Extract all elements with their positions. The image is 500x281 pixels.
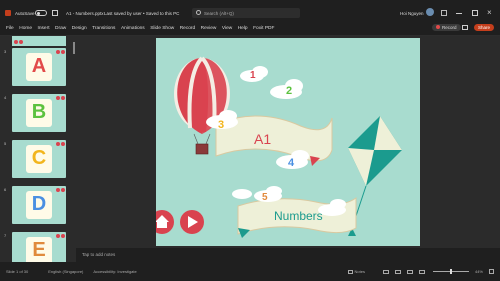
thumb-dot-right	[61, 188, 65, 192]
slideshow-icon[interactable]	[418, 269, 425, 274]
ribbon-tab-transitions[interactable]: Transitions	[92, 26, 115, 31]
comments-icon[interactable]	[462, 25, 468, 30]
thumbnail-letter: B	[31, 101, 47, 123]
slide-editor: 1 2 3 4 5 A1 Numbers	[76, 36, 500, 248]
slide-thumbnail[interactable]: C	[12, 140, 66, 178]
slide-title[interactable]: A1	[254, 131, 271, 147]
slide-thumbnail[interactable]: A	[12, 48, 66, 86]
number-1[interactable]: 1	[250, 70, 256, 81]
zoom-slider[interactable]	[432, 269, 469, 274]
thumb-dot-left	[56, 142, 60, 146]
ribbon-tab-draw[interactable]: Draw	[55, 26, 66, 31]
ribbon-tab-file[interactable]: File	[6, 26, 14, 31]
file-name: A1 - Numbers.pptx	[66, 11, 104, 16]
slide-thumbnail[interactable]: B	[12, 94, 66, 132]
save-status[interactable]: Last saved by user • Saved to this PC	[104, 11, 179, 16]
slide-canvas[interactable]: 1 2 3 4 5 A1 Numbers	[156, 38, 420, 246]
number-3[interactable]: 3	[218, 119, 224, 131]
thumbnail-scrollbar[interactable]	[73, 42, 75, 54]
number-5[interactable]: 5	[262, 192, 268, 203]
thumb-dot-left	[56, 188, 60, 192]
slide-count[interactable]: Slide 1 of 30	[6, 269, 28, 274]
thumbnail-letter: C	[31, 147, 47, 169]
thumbnail-number: 4	[4, 95, 7, 100]
letter-card: E	[26, 237, 52, 262]
ribbon-tab-animations[interactable]: Animations	[121, 26, 145, 31]
language[interactable]: English (Singapore)	[48, 269, 83, 274]
close-icon[interactable]: ×	[487, 8, 492, 17]
thumbnail-letter: D	[31, 193, 47, 215]
ribbon-tab-help[interactable]: Help	[238, 26, 248, 31]
designer-icon[interactable]	[441, 10, 447, 16]
avatar[interactable]	[426, 8, 434, 16]
notes-pane[interactable]: Tap to add notes	[76, 248, 500, 262]
ribbon-tab-home[interactable]: Home	[19, 26, 32, 31]
ribbon-tab-slide-show[interactable]: Slide Show	[150, 26, 174, 31]
status-bar: Slide 1 of 30 English (Singapore) Access…	[0, 262, 500, 281]
accessibility-status[interactable]: Accessibility: Investigate	[93, 269, 136, 274]
autosave-toggle[interactable]	[35, 10, 47, 16]
ribbon-tab-review[interactable]: Review	[201, 26, 217, 31]
autosave-label: AutoSave	[15, 11, 35, 16]
notes-toggle[interactable]: Notes	[355, 269, 365, 274]
notes-icon[interactable]	[347, 269, 353, 274]
thumb-dot-left	[56, 234, 60, 238]
powerpoint-icon	[5, 10, 11, 16]
ribbon-tab-insert[interactable]: Insert	[38, 26, 50, 31]
search-box[interactable]: Search (Alt+Q)	[192, 8, 300, 18]
thumbnail-partial-top[interactable]	[12, 36, 66, 46]
thumbnail-number: 7	[4, 233, 7, 238]
zoom-level[interactable]: 44%	[475, 269, 483, 274]
reading-view-icon[interactable]	[406, 269, 413, 274]
slide-thumbnail[interactable]: E	[12, 232, 66, 262]
slide-thumbnails-pane[interactable]: 3 A 4 B 5 C 6 D 7 E	[0, 36, 76, 262]
thumb-dot-right	[61, 96, 65, 100]
thumb-dot-left	[56, 50, 60, 54]
user-name[interactable]: Hoi Nguyen	[400, 11, 424, 16]
save-icon[interactable]	[52, 10, 58, 16]
ribbon-tab-record[interactable]: Record	[180, 26, 195, 31]
ribbon-tabs: File Home Insert Draw Design Transitions Anima…	[0, 23, 500, 34]
record-button[interactable]: Record	[432, 24, 461, 31]
ribbon-tab-foxit-pdf[interactable]: Foxit PDF	[253, 26, 274, 31]
fit-slide-icon[interactable]	[489, 269, 494, 274]
search-icon	[196, 10, 201, 15]
thumb-dot-right	[61, 50, 65, 54]
slide-sorter-icon[interactable]	[394, 269, 401, 274]
number-4[interactable]: 4	[288, 157, 295, 169]
letter-card: D	[26, 191, 52, 219]
slide-subtitle[interactable]: Numbers	[274, 209, 323, 223]
thumb-dot-left	[56, 96, 60, 100]
notes-placeholder: Tap to add notes	[82, 252, 116, 257]
search-placeholder: Search (Alt+Q)	[204, 10, 234, 16]
thumbnail-number: 5	[4, 141, 7, 146]
thumbnail-number: 3	[4, 49, 7, 54]
letter-card: B	[26, 99, 52, 127]
share-button[interactable]: Share	[474, 24, 495, 31]
slide-thumbnail[interactable]: D	[12, 186, 66, 224]
ribbon-tab-view[interactable]: View	[222, 26, 232, 31]
thumbnail-letter: E	[32, 239, 46, 261]
ribbon-tab-design[interactable]: Design	[72, 26, 87, 31]
record-icon	[436, 25, 440, 29]
play-button[interactable]	[180, 210, 204, 234]
thumb-dot-right	[61, 234, 65, 238]
minimize-icon[interactable]	[456, 13, 462, 14]
letter-card: C	[26, 145, 52, 173]
letter-card: A	[26, 53, 52, 81]
normal-view-icon[interactable]	[382, 269, 389, 274]
thumb-dot-right	[61, 142, 65, 146]
thumbnail-letter: A	[31, 55, 47, 77]
number-2[interactable]: 2	[286, 85, 292, 97]
maximize-icon[interactable]	[472, 10, 478, 16]
thumbnail-number: 6	[4, 187, 7, 192]
